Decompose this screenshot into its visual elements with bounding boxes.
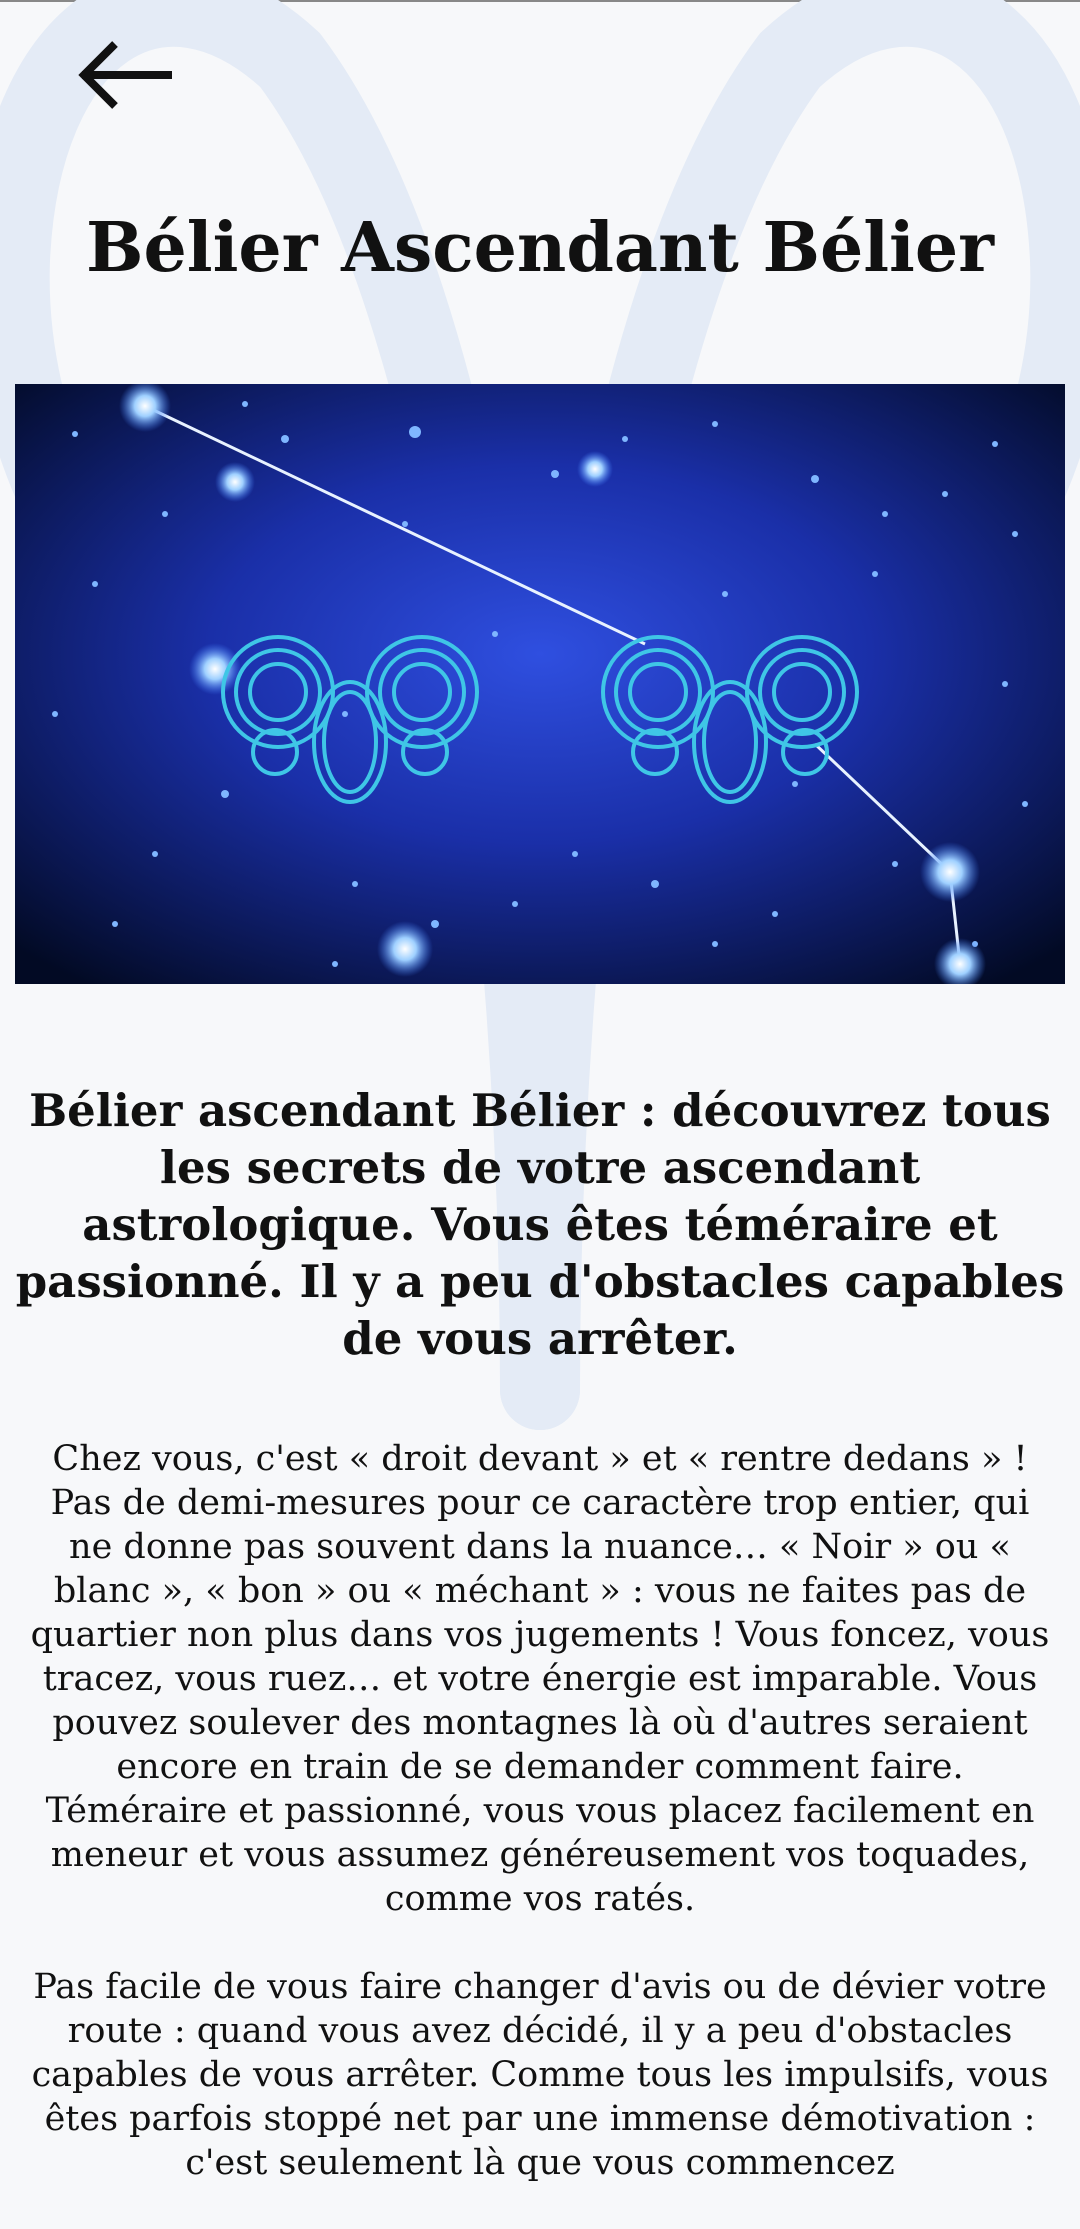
aries-rams-constellation-image — [15, 384, 1065, 984]
article-paragraph: Pas facile de vous faire changer d'avis … — [31, 1967, 1049, 2183]
arrow-left-icon — [78, 41, 172, 109]
article-body: Chez vous, c'est « droit devant » et « r… — [25, 1437, 1055, 2229]
back-button[interactable] — [70, 30, 190, 120]
page-title: Bélier Ascendant Bélier — [86, 208, 994, 288]
article-paragraph: Chez vous, c'est « droit devant » et « r… — [30, 1439, 1050, 1919]
article-subtitle: Bélier ascendant Bélier : découvrez tous… — [15, 1084, 1065, 1365]
